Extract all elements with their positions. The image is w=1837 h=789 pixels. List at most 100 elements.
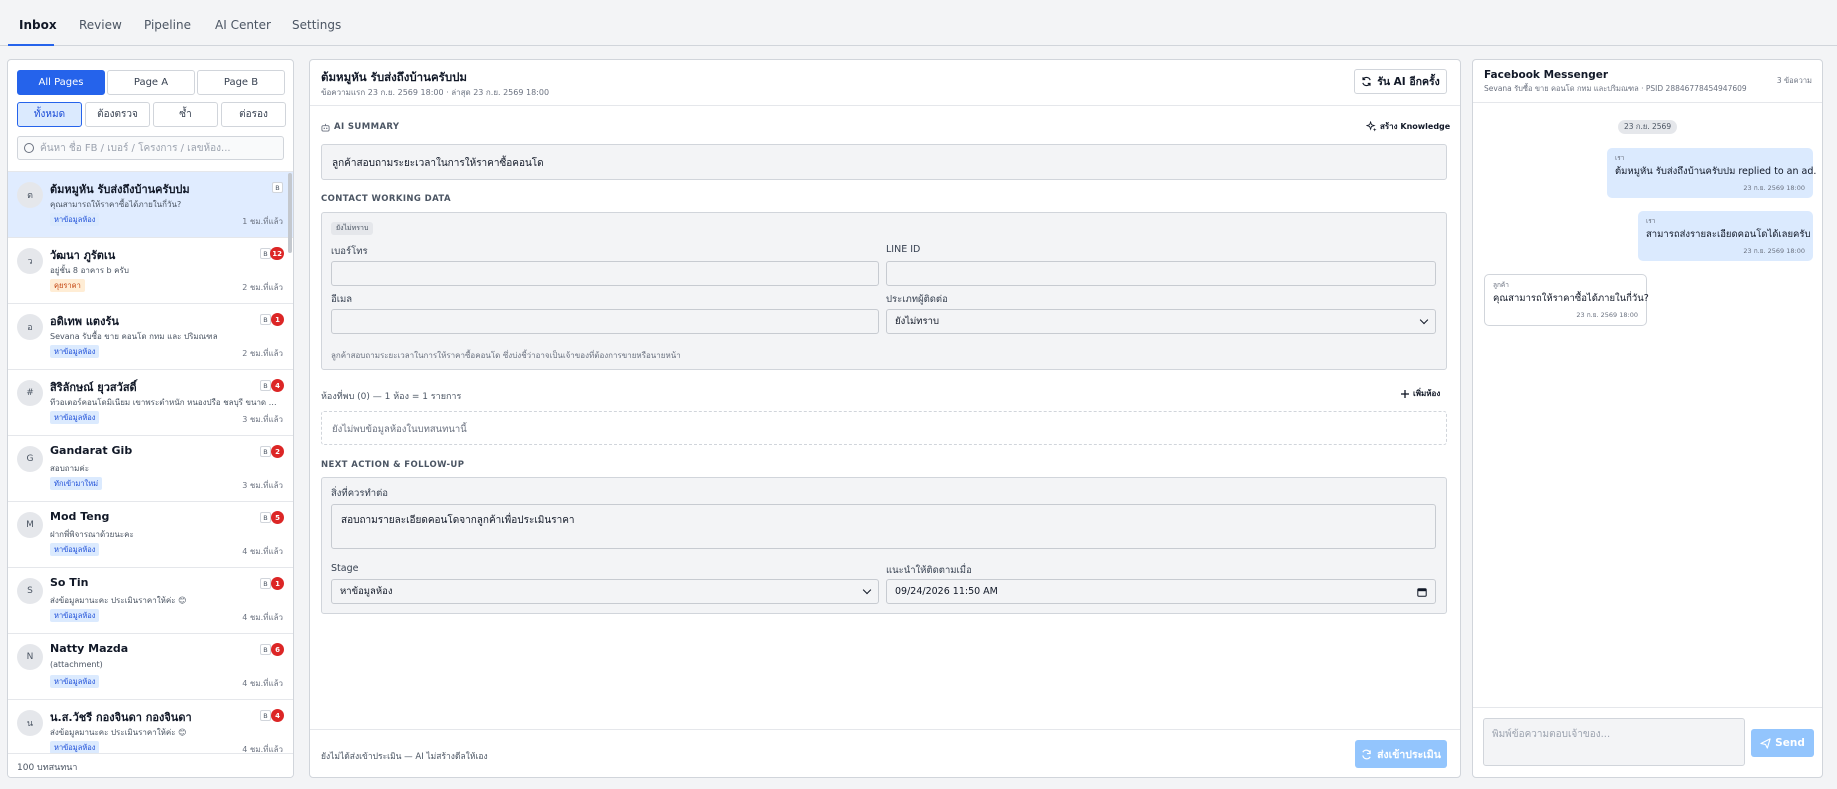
stage-tag: หาข้อมูลห้อง: [50, 411, 100, 424]
avatar: S: [17, 578, 43, 604]
avatar: M: [17, 512, 43, 538]
conversation-time: 3 ชม.ที่แล้ว: [242, 481, 283, 490]
submit-assessment-label: ส่งเข้าประเมิน: [1377, 748, 1441, 761]
conversation-name: วัฒนา ภูรัตเน: [50, 249, 116, 262]
next-todo-label: สิ่งที่ควรทำต่อ: [331, 488, 388, 499]
conversation-name: Gandarat Gib: [50, 444, 133, 457]
chevron-down-icon: [862, 585, 872, 595]
conversation-name: Mod Teng: [50, 510, 110, 523]
contact-type-select[interactable]: ยังไม่ทราบ: [886, 309, 1436, 334]
create-knowledge-button[interactable]: สร้าง Knowledge: [1366, 120, 1450, 133]
email-field[interactable]: [331, 309, 879, 334]
conversation-item[interactable]: # สิริลักษณ์ ยุวสวัสดิ์ ทีวอเตอร์คอนโดมิ…: [8, 370, 293, 436]
page-filter-b[interactable]: Page B: [197, 70, 285, 95]
conversation-time: 1 ชม.ที่แล้ว: [242, 217, 283, 226]
page-badge: B: [260, 380, 271, 391]
filter-needs-review[interactable]: ต้องตรวจ: [85, 102, 150, 127]
message-time: 23 ก.ย. 2569 18:00: [1743, 247, 1805, 255]
message-dates: ข้อความแรก 23 ก.ย. 2569 18:00 · ล่าสุด 2…: [321, 88, 550, 97]
refresh-icon: [1362, 76, 1371, 87]
conversation-item[interactable]: อ อดิเทพ แตงร้น Sevana รับซื้อ ขาย คอนโด…: [8, 304, 293, 370]
stage-tag: หาข้อมูลห้อง: [50, 609, 100, 622]
tab-pipeline[interactable]: Pipeline: [144, 18, 191, 32]
conversation-time: 4 ชม.ที่แล้ว: [242, 547, 283, 556]
tab-ai-center[interactable]: AI Center: [215, 18, 271, 32]
submit-note: ยังไม่ได้ส่งเข้าประเมิน — AI ไม่สร้างดีล…: [321, 752, 488, 762]
rerun-ai-label: รัน AI อีกครั้ง: [1377, 76, 1440, 88]
filter-all[interactable]: ทั้งหมด: [17, 102, 82, 127]
stage-select[interactable]: หาข้อมูลห้อง: [331, 579, 879, 604]
submit-assessment-button[interactable]: ส่งเข้าประเมิน: [1355, 740, 1447, 768]
unread-badge: 1: [271, 313, 284, 326]
rooms-empty-text: ยังไม่พบข้อมูลห้องในบทสนทนานี้: [332, 424, 467, 435]
page-badge: B: [260, 644, 271, 655]
conversation-preview: ส่งข้อมูลมานะคะ ประเมินราคาให้ค่ะ 😊: [50, 596, 187, 605]
contact-data-box: ยังไม่ทราบ เบอร์โทร LINE ID อีเมล ประเภท…: [321, 212, 1447, 370]
page-badge: B: [260, 578, 271, 589]
tab-settings[interactable]: Settings: [292, 18, 341, 32]
plus-icon: [1401, 389, 1409, 398]
conversation-count: 100 บทสนทนา: [8, 753, 293, 777]
unread-badge: 4: [271, 709, 284, 722]
conversation-item[interactable]: S So Tin ส่งข้อมูลมานะคะ ประเมินราคาให้ค…: [8, 568, 293, 634]
conversation-item[interactable]: N Natty Mazda (attachment) หาข้อมูลห้อง …: [8, 634, 293, 700]
followup-datetime-field[interactable]: 09/24/2026 11:50 AM: [886, 579, 1436, 604]
stage-tag: คุยราคา: [50, 279, 85, 292]
unread-badge: 12: [270, 247, 284, 260]
add-room-button[interactable]: เพิ่มห้อง: [1400, 387, 1440, 400]
send-icon: [1760, 737, 1771, 749]
rooms-empty-box: ยังไม่พบข้อมูลห้องในบทสนทนานี้: [321, 411, 1447, 445]
conversation-time: 2 ชม.ที่แล้ว: [242, 283, 283, 292]
calendar-icon[interactable]: [1417, 587, 1427, 597]
conversation-preview: Sevana รับซื้อ ขาย คอนโด กทม และ ปริมณฑล: [50, 332, 218, 341]
page-filter-all[interactable]: All Pages: [17, 70, 105, 95]
filter-negotiate[interactable]: ต่อรอง: [221, 102, 286, 127]
reply-placeholder: พิมพ์ข้อความตอบเจ้าของ...: [1492, 729, 1611, 740]
send-button[interactable]: Send: [1751, 729, 1814, 757]
active-tab-indicator: [8, 44, 54, 46]
composer: พิมพ์ข้อความตอบเจ้าของ... Send: [1473, 707, 1822, 777]
conversation-list: ต ต้มหมูหัน รับส่งถึงบ้านครับปม คุณสามาร…: [8, 171, 293, 755]
tab-inbox[interactable]: Inbox: [19, 18, 57, 32]
message-time: 23 ก.ย. 2569 18:00: [1743, 184, 1805, 192]
unread-badge: 4: [271, 379, 284, 392]
conversation-item[interactable]: ว วัฒนา ภูรัตเน อยู่ชั้น 8 อาคาร b ครับ …: [8, 238, 293, 304]
email-label: อีเมล: [331, 294, 353, 305]
stage-tag: หาข้อมูลห้อง: [50, 345, 100, 358]
conversation-time: 4 ชม.ที่แล้ว: [242, 679, 283, 688]
tab-review[interactable]: Review: [79, 18, 122, 32]
conversation-preview: ส่งข้อมูลมานะคะ ประเมินราคาให้ค่ะ 😊: [50, 728, 187, 737]
unread-badge: 1: [271, 577, 284, 590]
ai-summary-heading: AI SUMMARY: [321, 122, 399, 132]
conversation-item[interactable]: M Mod Teng ฝากพี่พิจารณาด้วยนะคะ หาข้อมู…: [8, 502, 293, 568]
phone-label: เบอร์โทร: [331, 246, 368, 257]
conversation-list-panel: All Pages Page A Page B ทั้งหมด ต้องตรวจ…: [7, 59, 294, 778]
conversation-item[interactable]: ต ต้มหมูหัน รับส่งถึงบ้านครับปม คุณสามาร…: [8, 172, 293, 238]
page-title: ต้มหมูหัน รับส่งถึงบ้านครับปม: [321, 70, 468, 84]
page-filter-a[interactable]: Page A: [107, 70, 195, 95]
stage-value: หาข้อมูลห้อง: [340, 586, 393, 597]
contact-status-badge: ยังไม่ทราบ: [331, 222, 374, 235]
next-todo-textarea[interactable]: สอบถามรายละเอียดคอนโดจากลูกค้าเพื่อประเม…: [331, 504, 1436, 549]
message-bubble-outgoing: เรา ต้มหมูหัน รับส่งถึงบ้านครับปม replie…: [1607, 148, 1816, 198]
conversation-item[interactable]: น น.ส.วัชรี กองจินดา กองจินดา ส่งข้อมูลม…: [8, 700, 293, 755]
reply-input[interactable]: พิมพ์ข้อความตอบเจ้าของ...: [1483, 718, 1745, 766]
contact-data-heading: CONTACT WORKING DATA: [321, 194, 451, 204]
avatar: อ: [17, 314, 43, 340]
rerun-ai-button[interactable]: รัน AI อีกครั้ง: [1354, 69, 1447, 94]
filter-duplicate[interactable]: ซ้ำ: [153, 102, 218, 127]
conversation-item[interactable]: G Gandarat Gib สอบถามค่ะ ทักเข้ามาใหม่ 3…: [8, 436, 293, 502]
detail-header: ต้มหมูหัน รับส่งถึงบ้านครับปม ข้อความแรก…: [310, 60, 1460, 106]
avatar: ว: [17, 248, 43, 274]
search-input[interactable]: ค้นหา ชื่อ FB / เบอร์ / โครงการ / เลขห้อ…: [17, 136, 284, 160]
list-scrollbar[interactable]: [288, 173, 292, 253]
avatar: ต: [17, 182, 43, 208]
sparkle-icon: [1366, 121, 1377, 132]
line-id-field[interactable]: [886, 261, 1436, 286]
conversation-time: 2 ชม.ที่แล้ว: [242, 349, 283, 358]
phone-field[interactable]: [331, 261, 879, 286]
line-id-label: LINE ID: [886, 244, 921, 255]
detail-footer: ยังไม่ได้ส่งเข้าประเมิน — AI ไม่สร้างดีล…: [310, 729, 1460, 777]
ai-summary-label: AI SUMMARY: [334, 122, 400, 132]
avatar: G: [17, 446, 43, 472]
